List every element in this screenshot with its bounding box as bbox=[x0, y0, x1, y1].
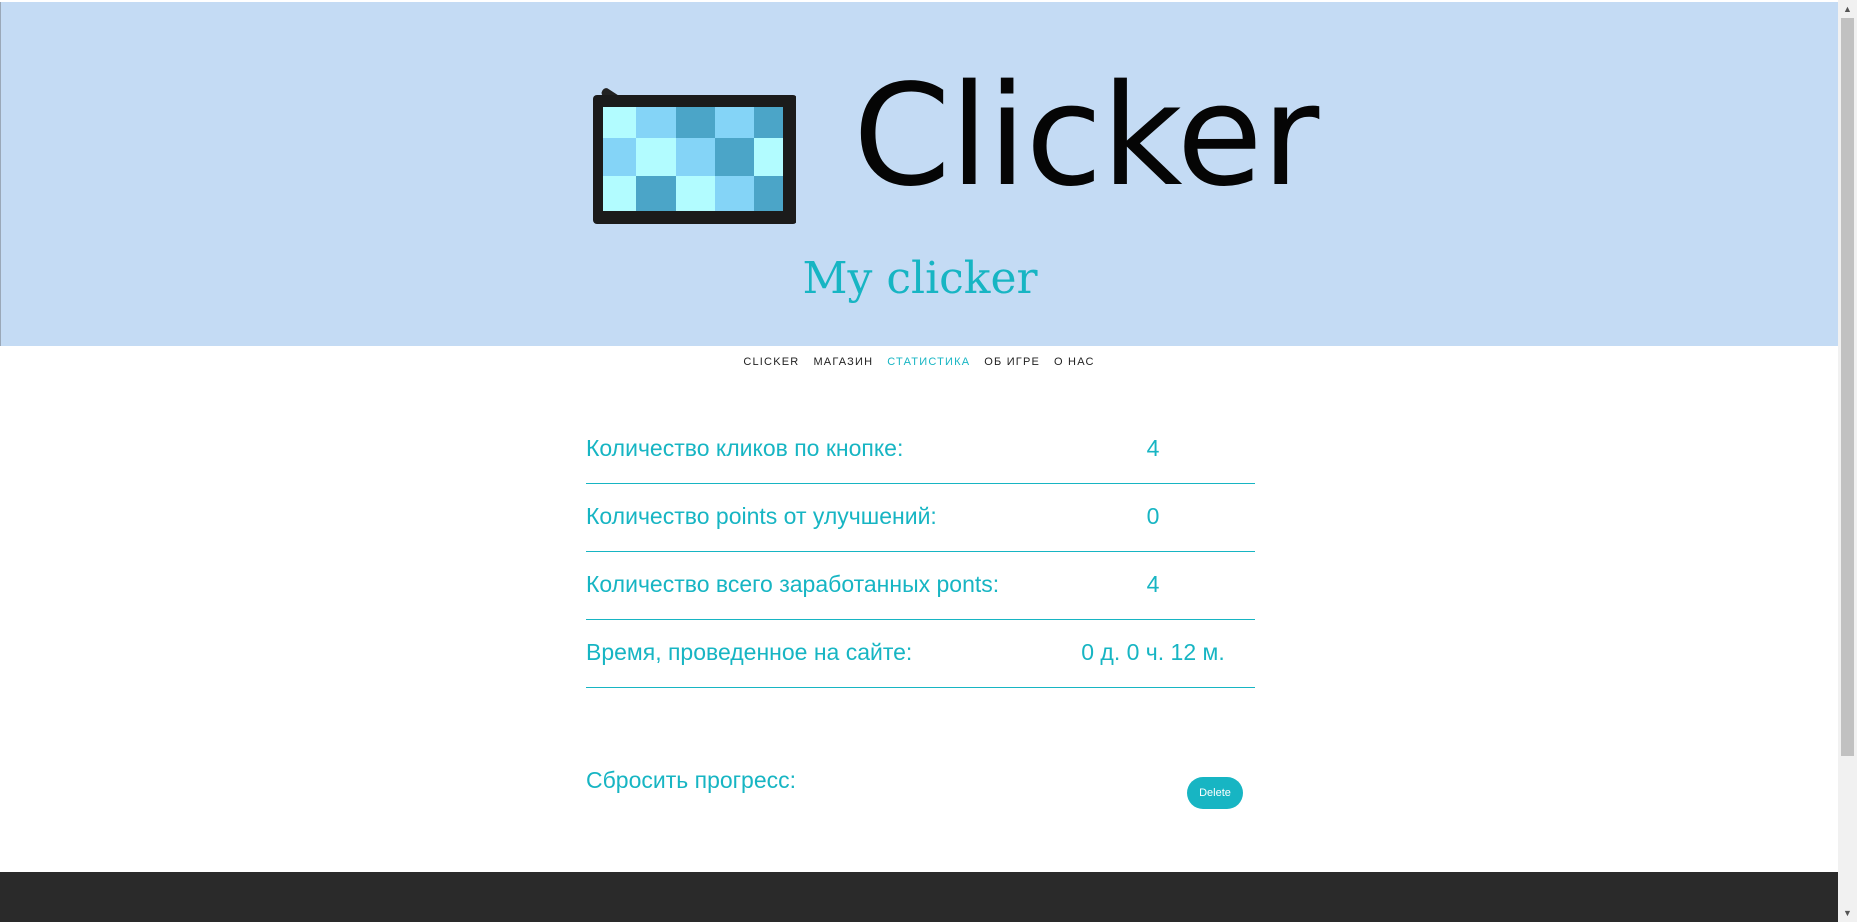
delete-button[interactable]: Delete bbox=[1187, 777, 1243, 809]
site-footer bbox=[0, 872, 1838, 922]
arrow-down-icon[interactable]: ▼ bbox=[1838, 905, 1857, 921]
page: Clicker My clicker CLICKER МАГАЗИН СТАТИ… bbox=[0, 0, 1838, 922]
stat-row-total-points: Количество всего заработанных ponts: 4 bbox=[586, 554, 1255, 620]
vertical-scrollbar[interactable]: ▲ ▼ bbox=[1838, 0, 1857, 922]
nav-item-about-us[interactable]: О НАС bbox=[1054, 356, 1095, 368]
nav-item-clicker[interactable]: CLICKER bbox=[743, 356, 799, 368]
stat-value: 0 д. 0 ч. 12 м. bbox=[1081, 639, 1225, 665]
stat-value: 0 bbox=[1146, 503, 1160, 529]
stats-table: Количество кликов по кнопке: 4 Количеств… bbox=[586, 418, 1255, 690]
arrow-up-icon[interactable]: ▲ bbox=[1838, 1, 1857, 17]
nav-item-shop[interactable]: МАГАЗИН bbox=[813, 356, 873, 368]
scrollbar-thumb[interactable] bbox=[1841, 18, 1854, 756]
site-header: Clicker My clicker bbox=[0, 2, 1838, 346]
stat-value: 4 bbox=[1146, 571, 1160, 597]
stat-row-clicks: Количество кликов по кнопке: 4 bbox=[586, 418, 1255, 484]
tablet-grid-icon bbox=[593, 88, 796, 224]
nav-item-statistics[interactable]: СТАТИСТИКА bbox=[887, 356, 970, 368]
reset-progress-section: Сбросить прогресс: Delete bbox=[586, 767, 1255, 817]
nav-item-about-game[interactable]: ОБ ИГРЕ bbox=[984, 356, 1040, 368]
stat-label: Количество points от улучшений: bbox=[586, 503, 937, 529]
stat-label: Количество всего заработанных ponts: bbox=[586, 571, 1000, 597]
main-nav: CLICKER МАГАЗИН СТАТИСТИКА ОБ ИГРЕ О НАС bbox=[0, 356, 1838, 368]
stat-label: Время, проведенное на сайте: bbox=[586, 639, 913, 665]
reset-progress-label: Сбросить прогресс: bbox=[586, 767, 797, 793]
logo-text: Clicker bbox=[853, 55, 1319, 218]
site-subtitle: My clicker bbox=[802, 253, 1038, 304]
stat-row-upgrade-points: Количество points от улучшений: 0 bbox=[586, 486, 1255, 552]
stat-value: 4 bbox=[1146, 435, 1160, 461]
stat-label: Количество кликов по кнопке: bbox=[586, 435, 904, 461]
stat-row-time-on-site: Время, проведенное на сайте: 0 д. 0 ч. 1… bbox=[586, 622, 1255, 688]
